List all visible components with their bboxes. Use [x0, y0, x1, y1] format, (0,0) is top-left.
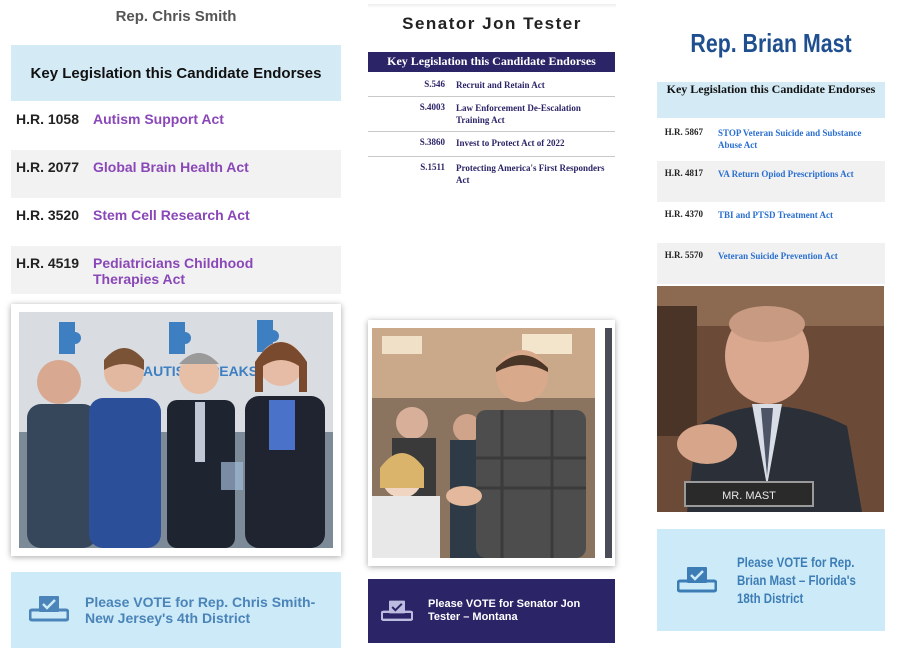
- vote-message: Please VOTE for Rep. Brian Mast – Florid…: [737, 554, 856, 606]
- ballot-box-check-icon: [380, 599, 414, 628]
- legislation-header: Key Legislation this Candidate Endorses: [368, 52, 615, 72]
- handshake-photo-illustration: [372, 328, 595, 558]
- candidate-photo: MR. MAST: [657, 286, 884, 512]
- vote-callout: Please VOTE for Rep. Chris Smith- New Je…: [11, 572, 341, 648]
- bill-number: H.R. 3520: [15, 207, 79, 223]
- candidate-name: Rep. Chris Smith: [115, 8, 237, 25]
- hearing-photo-illustration: MR. MAST: [657, 286, 884, 512]
- bill-number: H.R. 4519: [15, 255, 79, 271]
- bill-number: H.R. 5570: [664, 250, 703, 260]
- bill-number: S.3860: [419, 137, 445, 147]
- bill-number: H.R. 2077: [15, 159, 79, 175]
- ballot-box-check-icon: [28, 594, 70, 629]
- bill-number: S.546: [424, 79, 445, 89]
- jon-tester-panel: Senator Jon Tester Key Legislation this …: [368, 0, 616, 654]
- bill-number: H.R. 1058: [15, 111, 79, 127]
- legislation-row: H.R. 5867 STOP Veteran Suicide and Subst…: [657, 120, 885, 161]
- vote-callout: Please VOTE for Rep. Brian Mast – Florid…: [657, 529, 885, 631]
- candidate-photo-frame: [368, 320, 615, 566]
- legislation-header: Key Legislation this Candidate Endorses: [11, 45, 341, 101]
- bill-title-link[interactable]: VA Return Opiod Prescriptions Act: [718, 168, 878, 202]
- bill-title-link[interactable]: Recruit and Retain Act: [456, 74, 606, 96]
- legislation-row: S.1511 Protecting America's First Respon…: [368, 157, 615, 191]
- vote-message: Please VOTE for Rep. Chris Smith- New Je…: [85, 594, 316, 626]
- legislation-row: H.R. 4817 VA Return Opiod Prescriptions …: [657, 161, 885, 202]
- bill-title-link[interactable]: Stem Cell Research Act: [93, 207, 323, 246]
- legislation-row: H.R. 1058 Autism Support Act: [11, 102, 341, 150]
- photo-carousel-edge: [605, 328, 612, 558]
- candidate-name: Rep. Brian Mast: [690, 28, 852, 58]
- legislation-row: H.R. 3520 Stem Cell Research Act: [11, 198, 341, 246]
- vote-callout: Please VOTE for Senator Jon Tester – Mon…: [368, 579, 615, 643]
- bill-title-link[interactable]: Protecting America's First Responders Ac…: [456, 157, 606, 191]
- legislation-row: S.546 Recruit and Retain Act: [368, 74, 615, 97]
- candidate-name: Senator Jon Tester: [402, 14, 582, 33]
- bill-title-link[interactable]: TBI and PTSD Treatment Act: [718, 209, 878, 243]
- group-photo-illustration: AUTISM SPEAKS: [19, 312, 333, 548]
- legislation-row: S.4003 Law Enforcement De-Escalation Tra…: [368, 97, 615, 132]
- legislation-row: H.R. 4370 TBI and PTSD Treatment Act: [657, 202, 885, 243]
- legislation-list: H.R. 5867 STOP Veteran Suicide and Subst…: [657, 120, 885, 284]
- legislation-list: S.546 Recruit and Retain Act S.4003 Law …: [368, 74, 615, 191]
- top-divider: [368, 4, 616, 8]
- candidate-photo: [372, 328, 595, 558]
- bill-title-link[interactable]: Pediatricians Childhood Therapies Act: [93, 255, 323, 294]
- bill-title-link[interactable]: Veteran Suicide Prevention Act: [718, 250, 878, 284]
- bill-title-link[interactable]: Law Enforcement De-Escalation Training A…: [456, 97, 606, 131]
- candidate-photo-frame: AUTISM SPEAKS: [11, 304, 341, 556]
- legislation-header: Key Legislation this Candidate Endorses: [657, 82, 885, 118]
- bill-title-link[interactable]: STOP Veteran Suicide and Substance Abuse…: [718, 127, 878, 161]
- bill-number: H.R. 5867: [664, 127, 703, 137]
- legislation-list: H.R. 1058 Autism Support Act H.R. 2077 G…: [11, 102, 341, 294]
- bill-number: H.R. 4817: [664, 168, 703, 178]
- nameplate-text: MR. MAST: [722, 490, 776, 502]
- bill-number: H.R. 4370: [664, 209, 703, 219]
- legislation-row: H.R. 2077 Global Brain Health Act: [11, 150, 341, 198]
- bill-number: S.1511: [420, 162, 445, 172]
- bill-title-link[interactable]: Invest to Protect Act of 2022: [456, 132, 606, 156]
- legislation-row: S.3860 Invest to Protect Act of 2022: [368, 132, 615, 157]
- ballot-box-check-icon: [676, 565, 718, 600]
- legislation-row: H.R. 4519 Pediatricians Childhood Therap…: [11, 246, 341, 294]
- chris-smith-panel: Rep. Chris Smith Key Legislation this Ca…: [11, 0, 341, 654]
- brian-mast-panel: Rep. Brian Mast Key Legislation this Can…: [657, 0, 885, 654]
- bill-title-link[interactable]: Autism Support Act: [93, 111, 323, 150]
- bill-title-link[interactable]: Global Brain Health Act: [93, 159, 323, 198]
- legislation-row: H.R. 5570 Veteran Suicide Prevention Act: [657, 243, 885, 284]
- bill-number: S.4003: [419, 102, 445, 112]
- vote-message: Please VOTE for Senator Jon Tester – Mon…: [428, 598, 581, 623]
- candidate-photo: AUTISM SPEAKS: [19, 312, 333, 548]
